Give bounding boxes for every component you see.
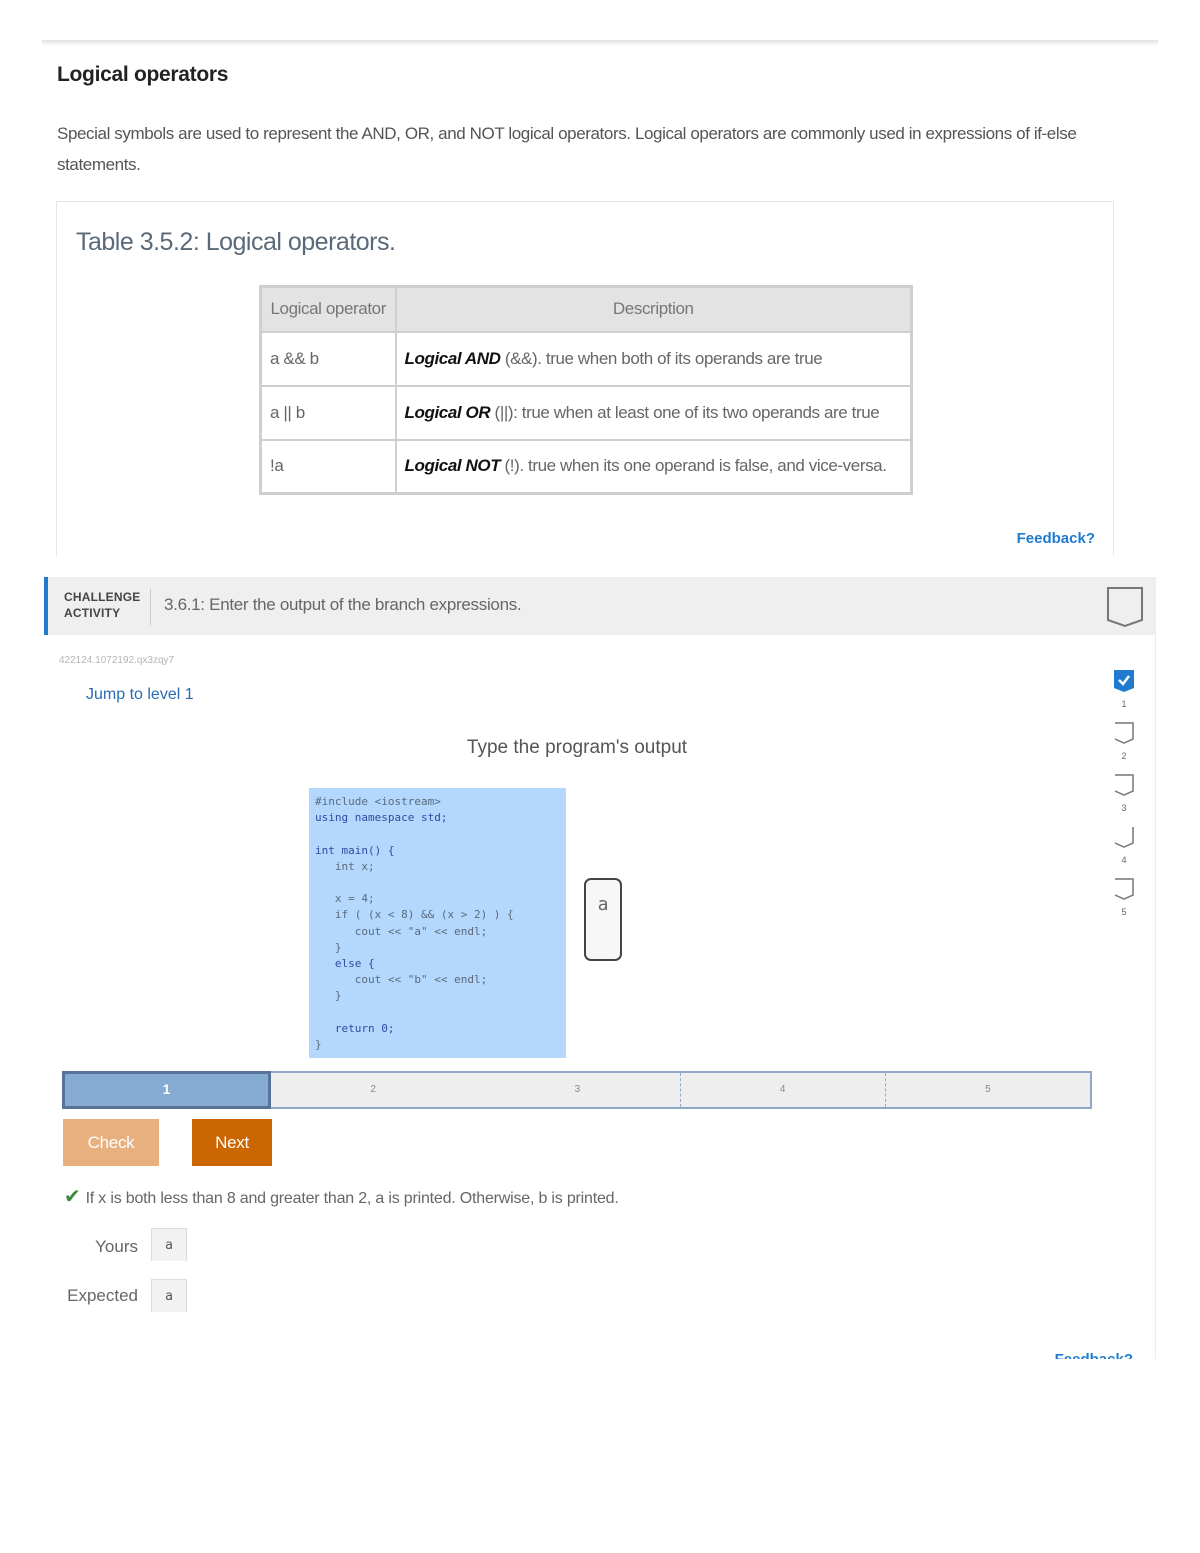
level-item-2[interactable]: 2 [1111, 722, 1137, 774]
code-line: #include <iostream> [315, 795, 441, 808]
level-number: 3 [1121, 803, 1127, 813]
level-bookmark-icon [1114, 827, 1134, 848]
progress-segment-4[interactable]: 4 [681, 1073, 886, 1107]
header-operator: Logical operator [259, 285, 397, 333]
level-item-3[interactable]: 3 [1111, 774, 1137, 826]
challenge-activity: CHALLENGE ACTIVITY 3.6.1: Enter the outp… [44, 577, 1156, 1359]
description-cell: Logical OR (||): true when at least one … [394, 384, 913, 441]
explanation: ✔ If x is both less than 8 and greater th… [64, 1184, 619, 1209]
bookmark-icon[interactable] [1106, 586, 1144, 633]
table-row: !a Logical NOT (!). true when its one op… [259, 438, 913, 495]
checkmark-icon: ✔ [64, 1186, 81, 1208]
challenge-header: CHALLENGE ACTIVITY 3.6.1: Enter the outp… [44, 577, 1155, 635]
code-line: } [315, 940, 342, 954]
table-row: a || b Logical OR (||): true when at lea… [259, 384, 913, 441]
description-cell: Logical NOT (!). true when its one opera… [394, 438, 913, 495]
jump-to-level-link[interactable]: Jump to level 1 [86, 686, 194, 704]
level-bookmark-icon [1114, 878, 1134, 900]
yours-label: Yours [95, 1237, 138, 1256]
operator-name: Logical NOT [404, 456, 501, 476]
header-description: Description [394, 285, 913, 333]
yours-value: a [151, 1228, 187, 1261]
level-number: 5 [1121, 907, 1127, 917]
level-bookmark-icon [1114, 774, 1134, 796]
operator-cell: a && b [259, 330, 397, 387]
level-number: 2 [1121, 751, 1127, 761]
intro-paragraph: Special symbols are used to represent th… [57, 124, 1077, 174]
progress-segment-1[interactable]: 1 [62, 1071, 271, 1109]
progress-segment-3[interactable]: 3 [475, 1073, 681, 1107]
challenge-feedback-link[interactable]: Feedback? [1055, 1351, 1133, 1359]
table-row: a && b Logical AND (&&). true when both … [259, 330, 913, 387]
level-list: 1 2 3 4 5 [1111, 670, 1137, 930]
code-block: #include <iostream> using namespace std; … [309, 788, 566, 1058]
code-line: int main() { [315, 843, 395, 857]
section-title: Logical operators [57, 63, 229, 86]
operator-name: Logical OR [404, 402, 491, 422]
table-header-row: Logical operator Description [259, 285, 913, 333]
level-progress-bar: 1 2 3 4 5 [62, 1071, 1092, 1109]
challenge-badge: CHALLENGE ACTIVITY [64, 589, 140, 621]
code-line: else { [315, 957, 375, 971]
table-card: Table 3.5.2: Logical operators. Logical … [56, 201, 1114, 556]
logical-operators-table: Logical operator Description a && b Logi… [259, 285, 913, 495]
code-line: using namespace std; [315, 811, 448, 825]
code-line: cout << "b" << endl; [315, 973, 488, 987]
progress-segment-5[interactable]: 5 [886, 1073, 1090, 1107]
level-completed-icon [1114, 670, 1134, 692]
level-number: 4 [1121, 855, 1127, 865]
challenge-title: 3.6.1: Enter the output of the branch ex… [164, 595, 522, 614]
level-bookmark-icon [1114, 722, 1134, 744]
level-item-4[interactable]: 4 [1111, 826, 1137, 878]
operator-name: Logical AND [404, 348, 501, 368]
next-button[interactable]: Next [192, 1119, 272, 1166]
operator-cell: a || b [259, 384, 397, 441]
operator-description: (||): true when at least one of its two … [490, 402, 880, 422]
check-button[interactable]: Check [63, 1119, 159, 1166]
code-line: return 0; [315, 1021, 395, 1035]
level-number: 1 [1121, 699, 1127, 709]
code-line: } [315, 989, 342, 1003]
operator-description: (!). true when its one operand is false,… [500, 456, 887, 476]
level-item-5[interactable]: 5 [1111, 878, 1137, 930]
code-line: } [315, 1038, 322, 1052]
badge-line-2: ACTIVITY [64, 606, 121, 620]
expected-label: Expected [67, 1286, 138, 1305]
code-line: if ( (x < 8) && (x > 2) ) { [315, 908, 514, 922]
description-cell: Logical AND (&&). true when both of its … [394, 330, 913, 387]
answer-input[interactable]: a [584, 878, 622, 961]
level-item-1[interactable]: 1 [1111, 670, 1137, 722]
operator-description: (&&). true when both of its operands are… [500, 348, 823, 368]
table-feedback-link[interactable]: Feedback? [1017, 530, 1095, 547]
code-line: x = 4; [315, 892, 375, 906]
activity-id: 422124.1072192.qx3zqy7 [59, 655, 175, 666]
header-separator [150, 589, 151, 625]
top-divider [42, 40, 1158, 46]
badge-line-1: CHALLENGE [64, 590, 141, 604]
operator-cell: !a [259, 438, 397, 495]
prompt-text: Type the program's output [466, 737, 688, 758]
table-caption: Table 3.5.2: Logical operators. [76, 228, 396, 256]
code-line: cout << "a" << endl; [315, 924, 488, 938]
expected-value: a [151, 1279, 187, 1312]
explanation-text: If x is both less than 8 and greater tha… [85, 1190, 619, 1207]
code-line: int x; [315, 859, 375, 873]
progress-segment-2[interactable]: 2 [271, 1073, 475, 1107]
